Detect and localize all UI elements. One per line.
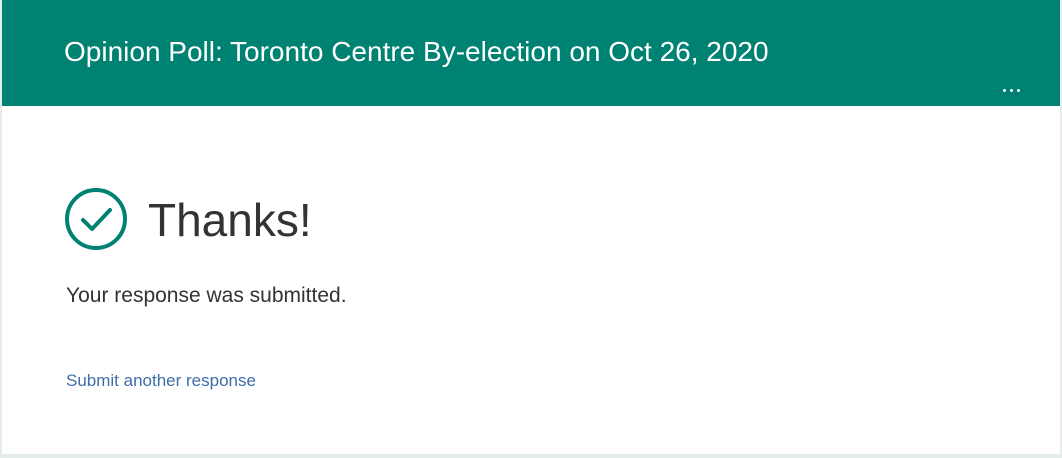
ellipsis-dot-icon [1009,88,1013,92]
submitted-message: Your response was submitted. [66,284,347,307]
thanks-heading: Thanks! [148,194,312,246]
form-header: Opinion Poll: Toronto Centre By-election… [2,0,1060,106]
checkmark-circle-icon [65,188,127,250]
form-card: Opinion Poll: Toronto Centre By-election… [2,0,1060,454]
more-options-button[interactable] [996,80,1026,100]
ellipsis-dot-icon [1002,88,1006,92]
form-title: Opinion Poll: Toronto Centre By-election… [64,36,769,67]
ellipsis-dot-icon [1016,88,1020,92]
submit-another-response-link[interactable]: Submit another response [66,370,256,392]
